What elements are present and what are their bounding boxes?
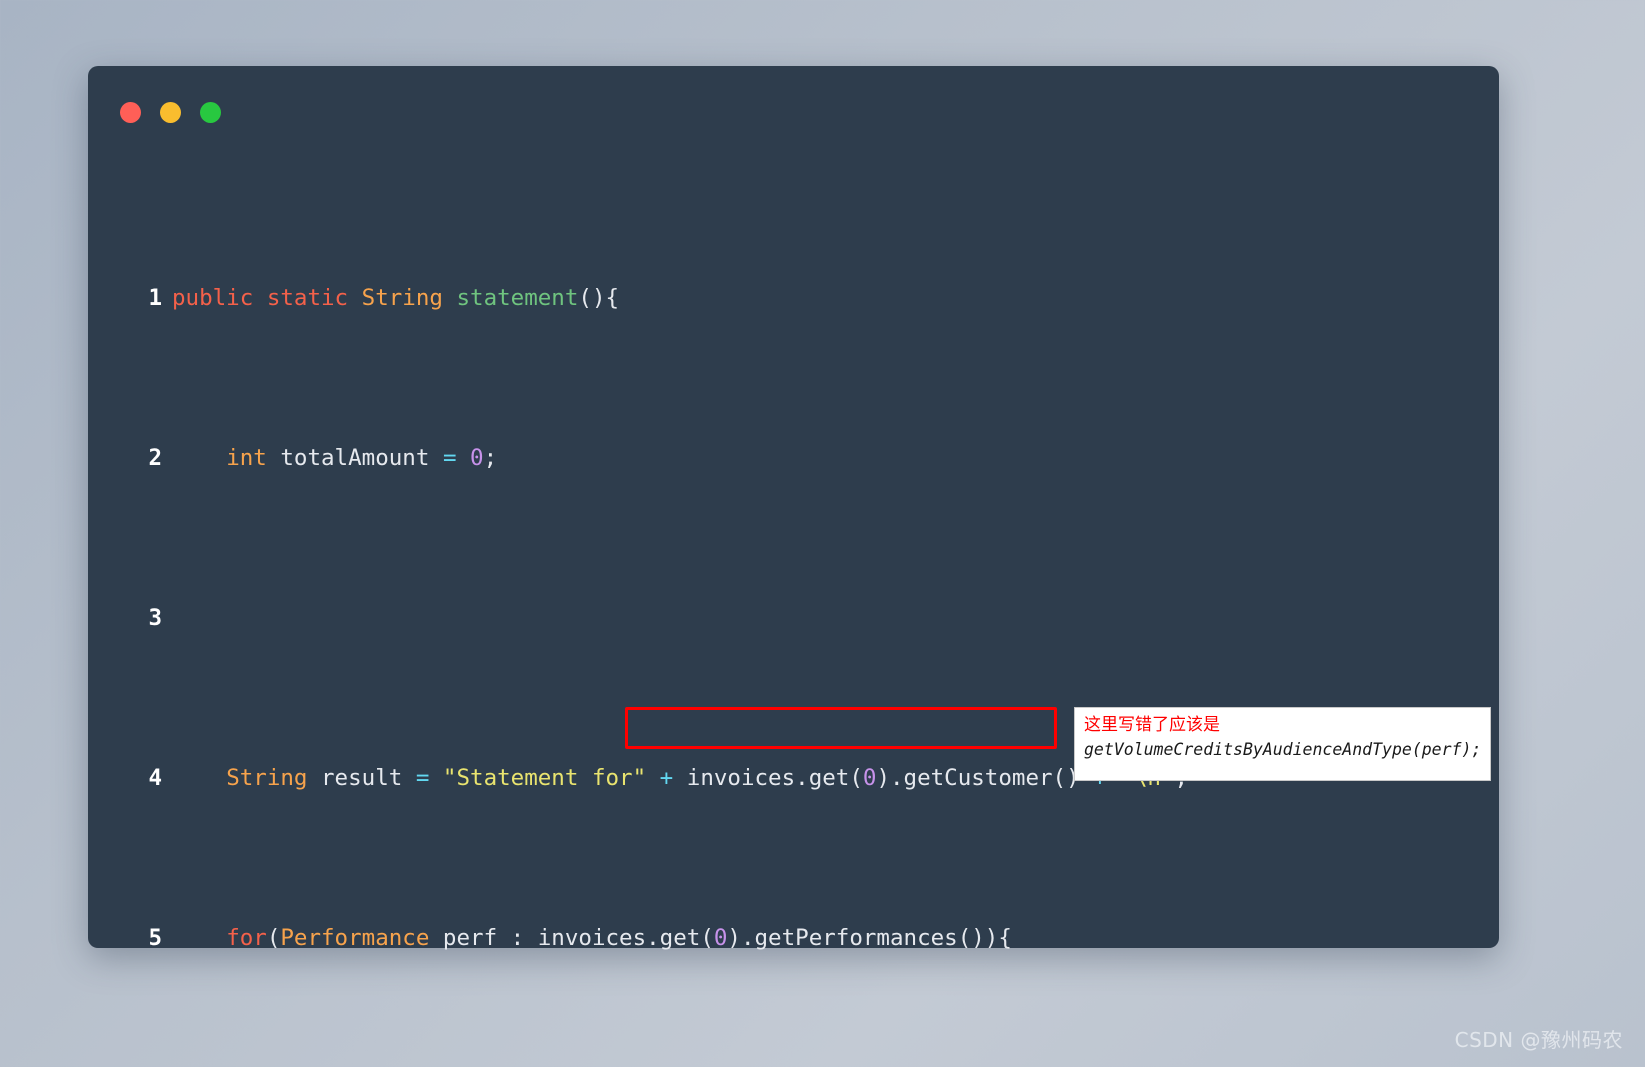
token-plain: (){ bbox=[578, 285, 620, 311]
token-operator: = bbox=[415, 765, 430, 791]
token-type: int bbox=[226, 445, 267, 471]
token-plain: invoices.get( bbox=[686, 765, 863, 791]
token-number: 0 bbox=[456, 445, 484, 471]
code-line-2: 2 int totalAmount = 0; bbox=[110, 438, 1481, 478]
token-plain: ).getCustomer() bbox=[876, 765, 1080, 791]
code-editor-window: 1 public static String statement(){ 2 int… bbox=[88, 66, 1499, 951]
token-function: statement bbox=[456, 285, 579, 311]
code-line-5: 5 for(Performance perf : invoices.get(0)… bbox=[110, 918, 1481, 958]
line-source: String result = "Statement for" + invoic… bbox=[172, 765, 1188, 791]
line-source: int totalAmount = 0; bbox=[172, 445, 497, 471]
token-type: Performance bbox=[280, 925, 430, 951]
token-plain: ).getPerformances()){ bbox=[727, 925, 1012, 951]
token-number: 0 bbox=[862, 765, 877, 791]
token-plain: ; bbox=[483, 445, 498, 471]
token-plain: perf : invoices.get( bbox=[429, 925, 714, 951]
token-keyword: public bbox=[172, 285, 254, 311]
line-number: 3 bbox=[148, 605, 162, 631]
token-keyword: for bbox=[226, 925, 267, 951]
code-line-1: 1 public static String statement(){ bbox=[110, 278, 1481, 318]
token-plain: ( bbox=[266, 925, 281, 951]
token-keyword: static bbox=[266, 285, 349, 311]
token-string: "Statement for" bbox=[429, 765, 647, 791]
token-plain: totalAmount bbox=[266, 445, 443, 471]
annotation-title: 这里写错了应该是 bbox=[1084, 715, 1220, 735]
code-line-3: 3 bbox=[110, 598, 1481, 638]
minimize-window-button[interactable] bbox=[160, 102, 181, 123]
token-number: 0 bbox=[713, 925, 728, 951]
line-number: 1 bbox=[148, 285, 162, 311]
code-block[interactable]: 1 public static String statement(){ 2 int… bbox=[88, 158, 1499, 1067]
csdn-watermark: CSDN @豫州码农 bbox=[1454, 1028, 1623, 1052]
annotation-code: getVolumeCreditsByAudienceAndType(perf); bbox=[1084, 740, 1482, 759]
token-plain: result bbox=[307, 765, 416, 791]
token-operator: + bbox=[646, 765, 687, 791]
maximize-window-button[interactable] bbox=[200, 102, 221, 123]
line-source: public static String statement(){ bbox=[172, 285, 619, 311]
window-traffic-lights bbox=[120, 102, 221, 123]
token-operator: = bbox=[442, 445, 457, 471]
annotation-callout: 这里写错了应该是 getVolumeCreditsByAudienceAndTy… bbox=[1074, 707, 1491, 781]
line-number: 5 bbox=[148, 925, 162, 951]
line-number: 4 bbox=[148, 765, 162, 791]
line-number: 2 bbox=[148, 445, 162, 471]
line-source: for(Performance perf : invoices.get(0).g… bbox=[172, 925, 1012, 951]
close-window-button[interactable] bbox=[120, 102, 141, 123]
token-type: String bbox=[361, 285, 443, 311]
token-type: String bbox=[226, 765, 308, 791]
